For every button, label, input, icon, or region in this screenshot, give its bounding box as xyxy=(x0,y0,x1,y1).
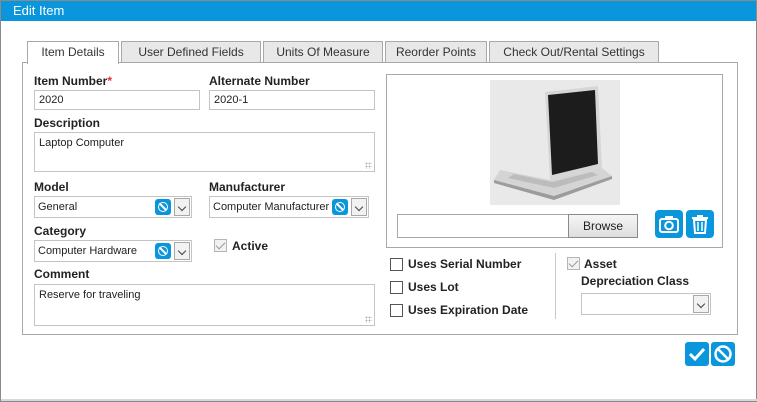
laptop-photo xyxy=(490,80,620,205)
item-image-panel: Browse xyxy=(386,74,723,248)
alternate-number-field[interactable]: 2020-1 xyxy=(209,90,375,110)
uses-lot-checkbox[interactable] xyxy=(390,281,403,294)
item-number-field[interactable]: 2020 xyxy=(34,90,200,110)
uses-expiration-date-label: Uses Expiration Date xyxy=(408,303,529,317)
model-value: General xyxy=(38,201,78,213)
model-select[interactable]: General xyxy=(34,196,192,218)
uses-lot-label: Uses Lot xyxy=(408,280,459,294)
asset-label: Asset xyxy=(584,257,617,271)
uses-serial-number-label: Uses Serial Number xyxy=(408,257,522,271)
comment-label: Comment xyxy=(34,267,90,281)
manufacturer-dropdown-icon[interactable] xyxy=(351,198,367,216)
comment-field[interactable]: Reserve for traveling xyxy=(34,284,375,326)
model-dropdown-icon[interactable] xyxy=(174,198,190,216)
manufacturer-label: Manufacturer xyxy=(209,180,286,194)
uses-expiration-date-checkbox[interactable] xyxy=(390,304,403,317)
image-file-input[interactable] xyxy=(397,214,569,238)
depreciation-class-label: Depreciation Class xyxy=(581,274,690,288)
cancel-icon xyxy=(714,345,732,363)
tab-item-details[interactable]: Item Details xyxy=(27,41,119,64)
active-checkbox[interactable] xyxy=(214,239,227,252)
bottom-edge xyxy=(1,399,757,401)
edit-item-dialog: Edit Item Item Details User Defined Fiel… xyxy=(0,0,757,402)
window-title: Edit Item xyxy=(1,1,756,21)
manufacturer-value: Computer Manufacturer xyxy=(213,201,330,213)
category-dropdown-icon[interactable] xyxy=(174,242,190,260)
active-label: Active xyxy=(232,239,269,253)
options-divider xyxy=(555,253,556,319)
resize-grip-icon[interactable] xyxy=(365,316,372,323)
camera-icon[interactable] xyxy=(655,210,683,238)
category-clear-icon[interactable] xyxy=(155,243,171,259)
resize-grip-icon[interactable] xyxy=(365,162,372,169)
manufacturer-clear-icon[interactable] xyxy=(332,199,348,215)
category-label: Category xyxy=(34,224,87,238)
depreciation-class-select[interactable] xyxy=(581,293,711,315)
category-value: Computer Hardware xyxy=(38,245,138,257)
tab-user-defined-fields[interactable]: User Defined Fields xyxy=(121,41,261,63)
comment-value: Reserve for traveling xyxy=(39,289,141,301)
manufacturer-select[interactable]: Computer Manufacturer xyxy=(209,196,369,218)
tab-units-of-measure[interactable]: Units Of Measure xyxy=(263,41,383,63)
model-label: Model xyxy=(34,180,69,194)
model-clear-icon[interactable] xyxy=(155,199,171,215)
ok-button[interactable] xyxy=(685,342,709,366)
tab-checkout-rental-settings[interactable]: Check Out/Rental Settings xyxy=(489,41,659,63)
description-label: Description xyxy=(34,116,101,130)
cancel-button[interactable] xyxy=(711,342,735,366)
description-field[interactable]: Laptop Computer xyxy=(34,132,375,172)
asset-checkbox[interactable] xyxy=(567,257,580,270)
trash-icon[interactable] xyxy=(686,210,714,238)
item-number-label: Item Number* xyxy=(34,74,112,88)
tab-reorder-points[interactable]: Reorder Points xyxy=(385,41,487,63)
item-number-label-text: Item Number xyxy=(34,74,108,88)
category-select[interactable]: Computer Hardware xyxy=(34,240,192,262)
required-marker: * xyxy=(107,74,113,88)
depreciation-class-dropdown-icon[interactable] xyxy=(693,295,709,313)
browse-button[interactable]: Browse xyxy=(568,214,638,238)
description-value: Laptop Computer xyxy=(39,137,124,149)
alternate-number-label: Alternate Number xyxy=(209,74,310,88)
uses-serial-number-checkbox[interactable] xyxy=(390,258,403,271)
checkmark-icon xyxy=(688,347,706,362)
